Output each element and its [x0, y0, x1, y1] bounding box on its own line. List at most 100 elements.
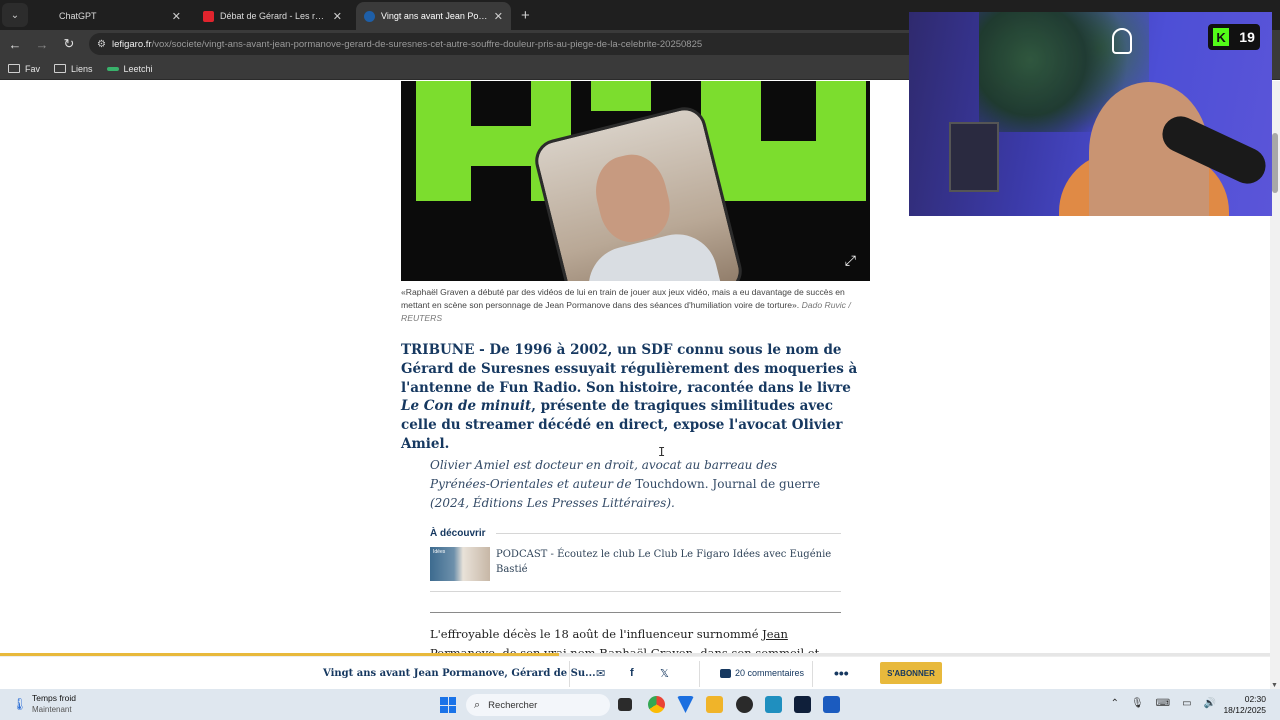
- capcut-icon[interactable]: [765, 696, 782, 713]
- subscribe-button[interactable]: S'ABONNER: [880, 662, 942, 684]
- section-divider: [430, 612, 841, 613]
- sticky-article-bar: Vingt ans avant Jean Pormanove, Gérard d…: [0, 656, 1270, 689]
- vpn-icon[interactable]: [677, 696, 694, 713]
- discover-block: À découvrir Idées PODCAST - Écoutez le c…: [430, 528, 841, 592]
- system-clock[interactable]: 02:30 18/12/2025: [1223, 694, 1266, 716]
- microphone-icon[interactable]: 🎙: [1131, 698, 1144, 709]
- tab-vingt-ans[interactable]: Vingt ans avant Jean Pormanove ✕: [356, 2, 511, 30]
- scroll-down-icon[interactable]: ▼: [1271, 682, 1278, 689]
- url-host: lefigaro.fr: [111, 38, 152, 50]
- discover-link[interactable]: PODCAST - Écoutez le club Le Club Le Fig…: [496, 547, 841, 581]
- word-icon[interactable]: [823, 696, 840, 713]
- comments-button[interactable]: 20 commentaires: [720, 668, 804, 678]
- search-icon: ⌕: [474, 698, 481, 711]
- tab-chatgpt[interactable]: ChatGPT ✕: [34, 2, 189, 30]
- hero-green-block: [471, 126, 531, 166]
- reload-button[interactable]: ↻: [57, 32, 81, 56]
- tab-title: Vingt ans avant Jean Pormanove: [381, 11, 488, 21]
- photoshop-icon[interactable]: [794, 696, 811, 713]
- more-options-button[interactable]: •••: [834, 665, 849, 681]
- divider: [812, 661, 813, 687]
- close-tab-icon[interactable]: ✕: [172, 10, 181, 23]
- hero-green-block: [416, 81, 471, 201]
- windows-start-icon[interactable]: [440, 697, 456, 713]
- tab-search-button[interactable]: ⌄: [2, 3, 28, 27]
- kick-logo-icon: K: [1213, 28, 1230, 46]
- image-caption: «Raphaël Graven a débuté par des vidéos …: [401, 286, 870, 325]
- folder-icon: [8, 64, 20, 73]
- site-info-icon[interactable]: ⚙: [97, 39, 106, 50]
- thumbnail-tag: Idées: [433, 549, 446, 555]
- windows-taskbar: 🌡 Temps froid Maintenant ⌕ Rechercher ⌃ …: [0, 689, 1280, 720]
- body-text: L'effroyable décès le 18 août de l'influ…: [430, 627, 763, 641]
- article-body: L'effroyable décès le 18 août de l'influ…: [430, 625, 830, 656]
- bookmark-liens[interactable]: Liens: [54, 64, 93, 74]
- comment-icon: [720, 668, 731, 678]
- hero-green-block: [761, 141, 816, 201]
- system-tray: ⌃ 🎙 ⌨ ▭ 🔊: [1111, 698, 1216, 709]
- scrollbar-thumb[interactable]: [1272, 133, 1278, 193]
- comments-label: 20 commentaires: [735, 668, 805, 678]
- kick-viewer-badge: K 19: [1208, 24, 1260, 50]
- forward-button[interactable]: →: [30, 32, 54, 56]
- chevron-up-icon[interactable]: ⌃: [1111, 698, 1119, 709]
- chatgpt-favicon-icon: [42, 11, 53, 22]
- folder-icon: [54, 64, 67, 73]
- keyboard-icon[interactable]: ⌨: [1156, 698, 1170, 709]
- bio-book-title: Touchdown. Journal de guerre: [635, 476, 821, 491]
- fullscreen-icon[interactable]: ⤢: [845, 252, 856, 269]
- discover-heading: À découvrir: [430, 528, 486, 539]
- chrome-icon[interactable]: [648, 696, 665, 713]
- x-share-icon[interactable]: 𝕏: [660, 667, 669, 680]
- lefigaro-favicon-icon: [364, 10, 375, 22]
- volume-icon[interactable]: 🔊: [1204, 698, 1216, 709]
- author-bio: Olivier Amiel est docteur en droit, avoc…: [430, 456, 830, 512]
- hero-green-block: [591, 81, 651, 111]
- weather-subtitle: Maintenant: [32, 705, 72, 714]
- file-explorer-icon[interactable]: [706, 696, 723, 713]
- webcam-overlay: K 19: [909, 12, 1272, 216]
- url-path: /vox/societe/vingt-ans-avant-jean-porman…: [151, 38, 703, 50]
- divider: [495, 533, 841, 534]
- leetchi-icon: [106, 66, 119, 71]
- discover-header: À découvrir: [430, 528, 841, 539]
- facebook-share-icon[interactable]: f: [630, 667, 634, 679]
- bookmark-leetchi[interactable]: Leetchi: [106, 63, 153, 74]
- viewer-count: 19: [1239, 29, 1255, 45]
- tab-title: ChatGPT: [59, 11, 97, 21]
- close-tab-icon[interactable]: ✕: [494, 10, 503, 23]
- search-placeholder: Rechercher: [488, 699, 538, 711]
- display-icon[interactable]: ▭: [1182, 698, 1191, 709]
- close-tab-icon[interactable]: ✕: [333, 10, 342, 23]
- caption-text: «Raphaël Graven a débuté par des vidéos …: [401, 287, 845, 310]
- taskbar-search[interactable]: ⌕ Rechercher: [466, 694, 610, 716]
- youtube-favicon-icon: [203, 10, 214, 22]
- bookmark-label: Liens: [71, 63, 93, 74]
- email-share-icon[interactable]: ✉: [596, 667, 605, 680]
- new-tab-button[interactable]: +: [521, 7, 530, 24]
- clock-date: 18/12/2025: [1223, 705, 1266, 715]
- hero-green-block: [816, 81, 866, 201]
- chapo-text: TRIBUNE - De 1996 à 2002, un SDF connu s…: [401, 342, 858, 396]
- task-view-icon[interactable]: [618, 698, 632, 711]
- divider: [699, 661, 700, 687]
- sticky-title: Vingt ans avant Jean Pormanove, Gérard d…: [323, 667, 596, 679]
- weather-title: Temps froid: [32, 693, 76, 703]
- lightbulb-icon: [1112, 28, 1132, 54]
- wall-poster: [949, 122, 999, 192]
- back-button[interactable]: ←: [3, 32, 27, 56]
- clock-time: 02:30: [1244, 694, 1266, 704]
- weather-widget[interactable]: 🌡 Temps froid Maintenant: [12, 693, 76, 715]
- obs-icon[interactable]: [736, 696, 753, 713]
- article-hero-image[interactable]: ⤢: [401, 81, 870, 281]
- article-chapo: TRIBUNE - De 1996 à 2002, un SDF connu s…: [401, 341, 871, 454]
- bookmark-label: Leetchi: [123, 63, 153, 74]
- bio-text-end: (2024, Éditions Les Presses Littéraires)…: [430, 495, 675, 510]
- divider: [569, 661, 570, 687]
- tab-title: Débat de Gérard - Les ronflements: [220, 11, 327, 21]
- bookmark-label: Fav: [25, 63, 41, 74]
- tab-debat-gerard[interactable]: Débat de Gérard - Les ronflements ✕: [195, 2, 350, 30]
- bookmark-fav[interactable]: Fav: [8, 64, 40, 74]
- podcast-thumbnail[interactable]: Idées: [430, 547, 490, 581]
- discover-card[interactable]: Idées PODCAST - Écoutez le club Le Club …: [430, 547, 841, 592]
